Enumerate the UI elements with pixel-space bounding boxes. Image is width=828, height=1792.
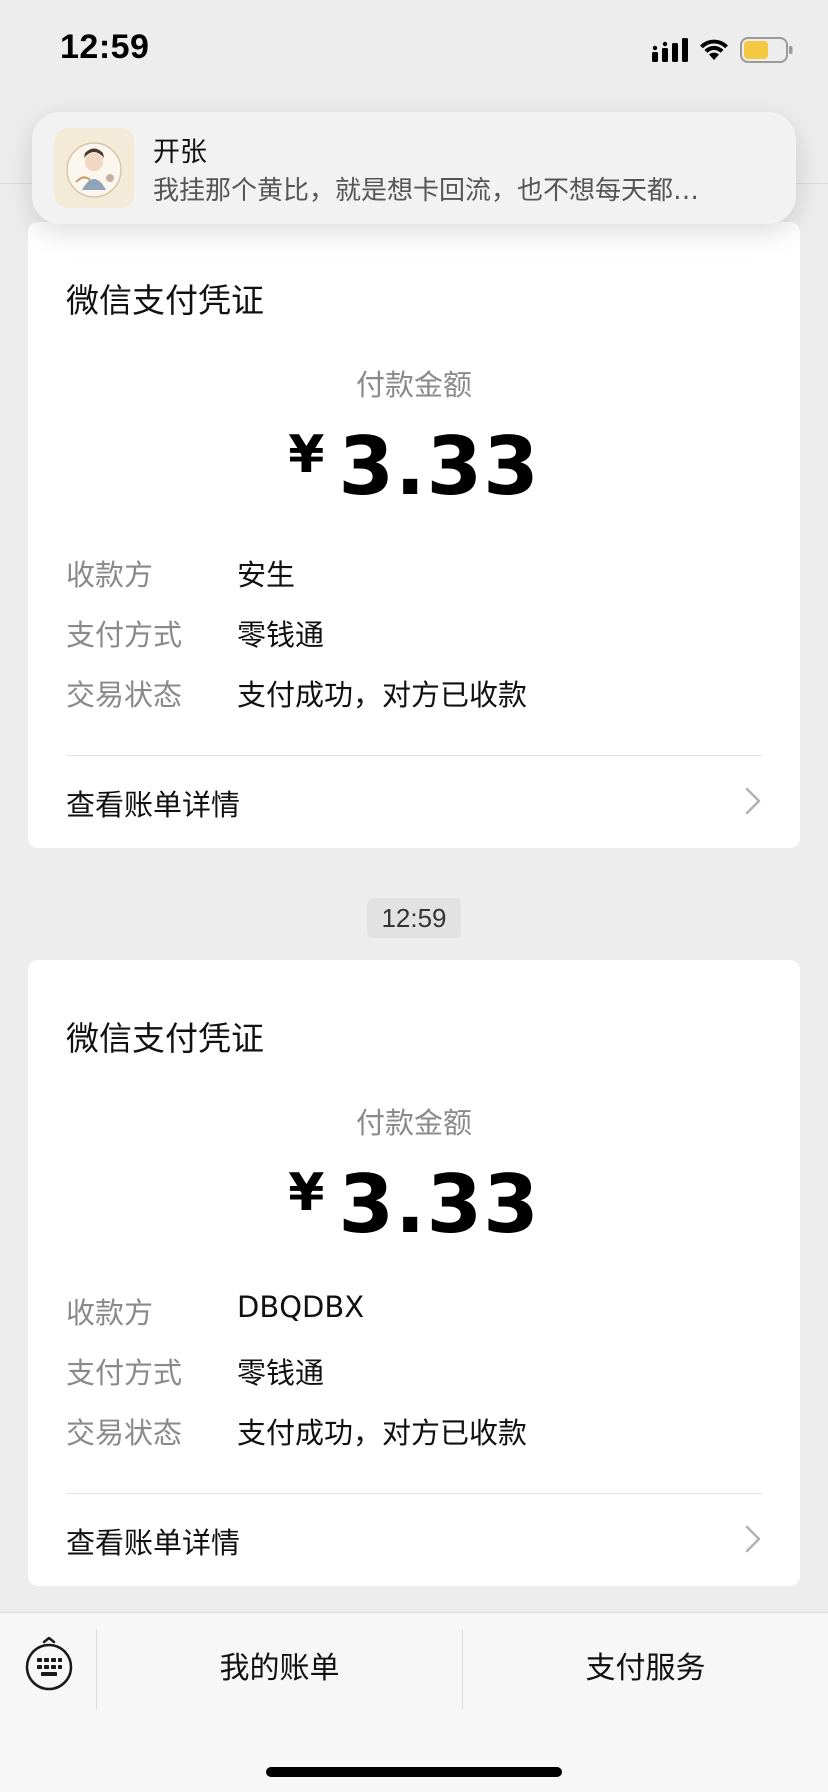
status-time: 12:59 (60, 28, 150, 66)
cellular-signal-icon (652, 38, 688, 62)
view-bill-details-link[interactable]: 查看账单详情 (66, 756, 762, 848)
payee-value: DBQDBX (237, 1290, 365, 1324)
card-title: 微信支付凭证 (66, 1019, 264, 1058)
notification-body: 我挂那个黄比，就是想卡回流，也不想每天都… (153, 176, 700, 206)
payment-method-label: 支付方式 (66, 1356, 183, 1390)
message-timestamp: 12:59 (367, 898, 461, 938)
keyboard-toggle-button[interactable] (24, 1636, 74, 1691)
payment-method-value: 零钱通 (237, 618, 325, 652)
menu-my-bills[interactable]: 我的账单 (97, 1643, 462, 1687)
currency-symbol: ¥ (288, 425, 325, 485)
battery-icon (740, 37, 793, 63)
transaction-status-value: 支付成功，对方已收款 (237, 678, 528, 712)
amount-value: 3.33 (338, 1158, 540, 1251)
menu-payment-services[interactable]: 支付服务 (463, 1643, 828, 1687)
payment-voucher-card: 微信支付凭证 付款金额 ¥3.33 收款方 安生 支付方式 零钱通 交易状态 支… (28, 222, 800, 848)
notification-title: 开张 (153, 137, 207, 168)
payee-label: 收款方 (66, 558, 154, 592)
view-bill-details-label: 查看账单详情 (66, 1526, 241, 1560)
amount-value: 3.33 (338, 420, 540, 513)
bottom-menu-bar: 我的账单 支付服务 (0, 1612, 828, 1792)
view-bill-details-link[interactable]: 查看账单详情 (66, 1494, 762, 1586)
payment-amount: ¥3.33 (28, 420, 800, 513)
notification-avatar (54, 128, 134, 208)
card-title: 微信支付凭证 (66, 281, 264, 320)
payment-voucher-card: 微信支付凭证 付款金额 ¥3.33 收款方 DBQDBX 支付方式 零钱通 交易… (28, 960, 800, 1586)
payment-method-value: 零钱通 (237, 1356, 325, 1390)
payee-value: 安生 (237, 558, 296, 592)
home-indicator[interactable] (266, 1767, 562, 1777)
amount-label: 付款金额 (355, 1106, 472, 1140)
chevron-right-icon (745, 1525, 761, 1553)
transaction-status-value: 支付成功，对方已收款 (237, 1416, 528, 1450)
payment-method-label: 支付方式 (66, 618, 183, 652)
status-icons (652, 36, 794, 64)
amount-label: 付款金额 (355, 368, 472, 402)
payment-amount: ¥3.33 (28, 1158, 800, 1251)
transaction-status-label: 交易状态 (66, 678, 183, 712)
keyboard-icon (25, 1636, 73, 1691)
status-bar: 12:59 (0, 0, 828, 100)
view-bill-details-label: 查看账单详情 (66, 788, 241, 822)
wifi-icon (700, 39, 728, 60)
transaction-status-label: 交易状态 (66, 1416, 183, 1450)
payee-label: 收款方 (66, 1296, 154, 1330)
notification-banner[interactable]: 开张 我挂那个黄比，就是想卡回流，也不想每天都… (32, 112, 796, 224)
avatar-illustration-icon (54, 128, 134, 208)
currency-symbol: ¥ (288, 1163, 325, 1223)
chevron-right-icon (745, 787, 761, 815)
